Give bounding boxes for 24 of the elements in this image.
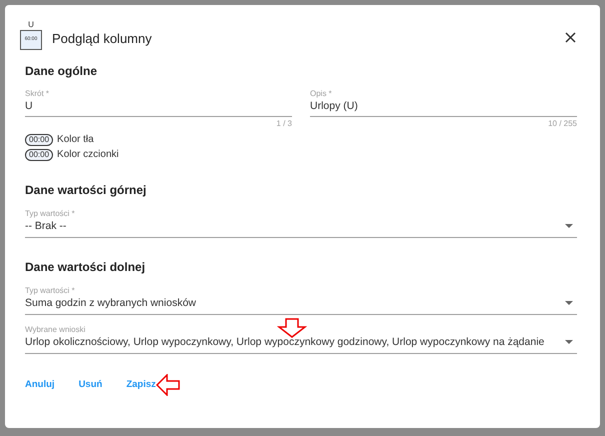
- color-chip[interactable]: 00:00: [25, 148, 54, 160]
- color-label: Kolor tła: [57, 133, 94, 146]
- color-label: Kolor czcionki: [57, 148, 119, 161]
- caret-icon: [565, 340, 573, 344]
- field-value: Urlop okolicznościowy, Urlop wypoczynkowy, Urlop wypoczynkowy godzinowy, Urlop wypoczynkowy na żądanie: [25, 335, 544, 350]
- caret-icon: [565, 301, 573, 305]
- caret-icon: [565, 224, 573, 228]
- section-heading: Dane ogólne: [25, 63, 98, 80]
- select-field[interactable]: Typ wartości * Suma godzin z wybranych wniosków: [25, 285, 577, 315]
- select-field[interactable]: Typ wartości * -- Brak --: [25, 208, 577, 238]
- field-label: Wybrane wnioski: [25, 324, 86, 335]
- character-counter: 1 / 3: [276, 119, 292, 129]
- character-counter: 10 / 255: [548, 119, 577, 129]
- section-heading: Dane wartości dolnej: [25, 259, 146, 276]
- section-heading: Dane wartości górnej: [25, 182, 148, 199]
- field-value: -- Brak --: [25, 219, 66, 234]
- color-chip[interactable]: 00:00: [25, 134, 54, 146]
- text-field[interactable]: Opis * Urlopy (U): [310, 88, 577, 117]
- close-button[interactable]: [563, 30, 578, 45]
- dialog-title: Podgląd kolumny: [52, 30, 152, 48]
- text-field[interactable]: Skrót * U: [25, 88, 292, 117]
- field-label: Typ wartości *: [25, 285, 75, 296]
- field-value: Suma godzin z wybranych wniosków: [25, 296, 196, 311]
- field-label: Typ wartości *: [25, 208, 75, 219]
